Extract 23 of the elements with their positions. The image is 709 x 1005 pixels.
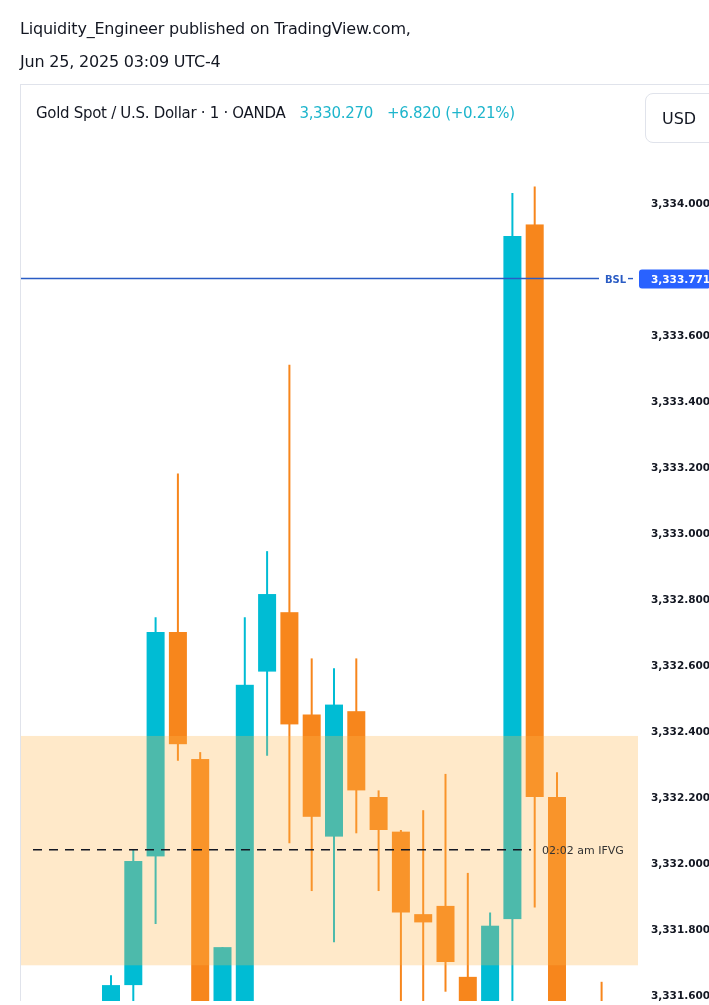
candlestick [600, 980, 603, 1001]
candlestick [102, 974, 120, 1001]
price-axis-label: 3,332.000 [651, 857, 709, 869]
candlestick [213, 946, 232, 1001]
price-change: +6.820 (+0.21%) [387, 104, 515, 122]
last-price: 3,330.270 [299, 104, 374, 122]
price-axis-label: 3,331.800 [651, 923, 709, 935]
price-axis-label: 3,333.600 [651, 329, 709, 341]
price-axis-label: 3,332.800 [651, 593, 709, 605]
price-axis-label: 3,331.600 [651, 989, 709, 1001]
publish-date: Jun 25, 2025 03:09 UTC-4 [20, 51, 222, 72]
price-axis-label: 3,332.600 [651, 659, 709, 671]
currency-button[interactable]: USD [645, 93, 709, 143]
price-axis-label: 3,333.200 [651, 461, 709, 473]
line-label: BSL [605, 273, 627, 285]
price-axis-label: 3,332.200 [651, 791, 709, 803]
symbol-title: Gold Spot / U.S. Dollar · 1 · OANDA [36, 104, 286, 122]
price-tag: 3,333.771 [639, 269, 709, 289]
price-axis-label: 3,334.000 [651, 197, 709, 209]
author-line: Liquidity_Engineer published on TradingView.com, [20, 18, 412, 39]
price-axis-label: 3,333.000 [651, 527, 709, 539]
price-axis-label: 3,333.400 [651, 395, 709, 407]
price-axis-label: 3,332.400 [651, 725, 709, 737]
